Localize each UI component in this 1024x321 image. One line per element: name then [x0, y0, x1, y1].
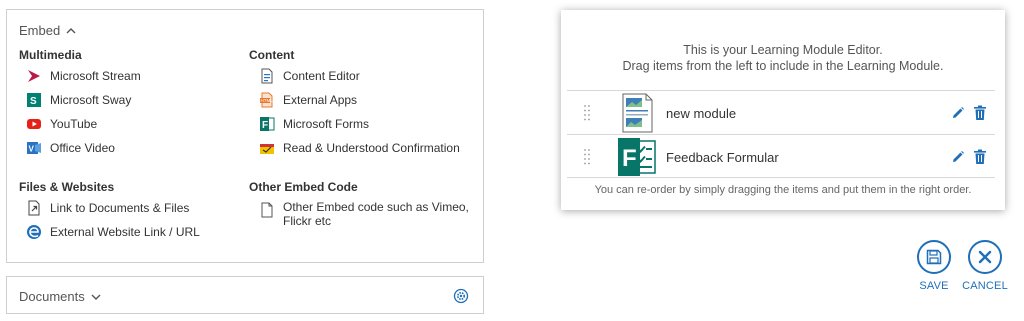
embed-item-microsoft-sway[interactable]: S Microsoft Sway [26, 92, 131, 108]
editor-intro: This is your Learning Module Editor. Dra… [561, 42, 1005, 74]
embed-item-label: Link to Documents & Files [50, 201, 190, 215]
learning-module-editor: This is your Learning Module Editor. Dra… [561, 10, 1005, 210]
svg-text:V: V [29, 145, 35, 154]
delete-trash-icon[interactable] [973, 105, 987, 121]
module-row[interactable]: new module [567, 90, 995, 134]
cancel-button[interactable]: CANCEL [960, 240, 1010, 292]
embed-item-read-understood[interactable]: Read & Understood Confirmation [259, 140, 460, 156]
drag-handle-icon[interactable] [583, 148, 591, 166]
editor-intro-line2: Drag items from the left to include in t… [622, 59, 944, 73]
section-title-multimedia: Multimedia [19, 48, 82, 62]
embed-item-youtube[interactable]: YouTube [26, 116, 97, 132]
microsoft-forms-icon: F [618, 138, 656, 176]
save-label: SAVE [919, 280, 949, 292]
save-circle [917, 240, 951, 274]
section-title-content: Content [249, 48, 295, 62]
document-thumbnail-icon [622, 93, 653, 133]
embed-item-label: External Apps [283, 93, 358, 107]
embed-item-microsoft-stream[interactable]: Microsoft Stream [26, 68, 141, 84]
svg-text:F: F [622, 145, 637, 172]
settings-icon[interactable] [453, 288, 469, 304]
embed-item-external-apps[interactable]: HTML External Apps [259, 92, 357, 108]
documents-toggle[interactable]: Documents [19, 289, 102, 304]
reorder-hint: You can re-order by simply dragging the … [594, 184, 972, 196]
svg-text:S: S [30, 96, 37, 107]
embed-item-label: External Website Link / URL [50, 225, 200, 239]
section-title-files-websites: Files & Websites [19, 180, 115, 194]
cancel-circle [968, 240, 1002, 274]
embed-item-link-documents[interactable]: Link to Documents & Files [26, 200, 189, 216]
embed-item-microsoft-forms[interactable]: F Microsoft Forms [259, 116, 369, 132]
edit-pencil-icon[interactable] [951, 150, 965, 164]
close-icon [978, 250, 992, 264]
embed-item-external-website[interactable]: External Website Link / URL [26, 224, 200, 240]
module-row[interactable]: F Feedback Formular [567, 134, 995, 178]
save-button[interactable]: SAVE [909, 240, 959, 292]
embed-panel: Embed Multimedia Microsoft Stream S Micr… [6, 9, 484, 263]
module-row-label: Feedback Formular [666, 150, 779, 165]
edit-pencil-icon[interactable] [951, 106, 965, 120]
embed-item-label: Microsoft Sway [50, 93, 132, 107]
embed-toggle[interactable]: Embed [19, 23, 77, 38]
save-floppy-icon [926, 249, 942, 265]
embed-item-office-video[interactable]: V Office Video [26, 140, 115, 156]
documents-header-label: Documents [19, 289, 85, 304]
link-document-icon [28, 200, 40, 216]
embed-item-label: Microsoft Forms [283, 117, 370, 131]
edge-browser-icon [27, 225, 41, 239]
svg-text:HTML: HTML [261, 98, 274, 103]
section-title-other-embed: Other Embed Code [249, 180, 358, 194]
documents-panel: Documents [6, 276, 484, 314]
embed-item-label: YouTube [50, 117, 98, 131]
embed-item-label: Content Editor [283, 69, 360, 83]
delete-trash-icon[interactable] [973, 149, 987, 165]
youtube-icon [27, 119, 41, 129]
embed-item-label: Office Video [50, 141, 115, 155]
chevron-up-icon [66, 27, 76, 33]
module-row-label: new module [666, 106, 737, 121]
office-video-icon: V [27, 142, 41, 154]
content-editor-icon [261, 68, 273, 84]
embed-header-label: Embed [19, 23, 61, 38]
blank-document-icon [261, 202, 273, 218]
embed-item-content-editor[interactable]: Content Editor [259, 68, 360, 84]
microsoft-stream-icon [28, 70, 40, 82]
embed-item-other-embed-code[interactable]: Other Embed code such as Vimeo, Flickr e… [259, 200, 473, 228]
read-understood-icon [260, 144, 274, 154]
external-apps-icon: HTML [260, 92, 274, 108]
embed-item-label: Other Embed code such as Vimeo, Flickr e… [283, 200, 469, 228]
microsoft-forms-icon: F [260, 117, 275, 131]
microsoft-sway-icon: S [27, 93, 41, 107]
embed-item-label: Read & Understood Confirmation [283, 141, 460, 155]
cancel-label: CANCEL [962, 280, 1008, 292]
drag-handle-icon[interactable] [583, 104, 591, 122]
embed-item-label: Microsoft Stream [50, 69, 141, 83]
svg-text:F: F [262, 120, 268, 131]
editor-intro-line1: This is your Learning Module Editor. [683, 43, 883, 57]
chevron-down-icon [91, 294, 101, 300]
